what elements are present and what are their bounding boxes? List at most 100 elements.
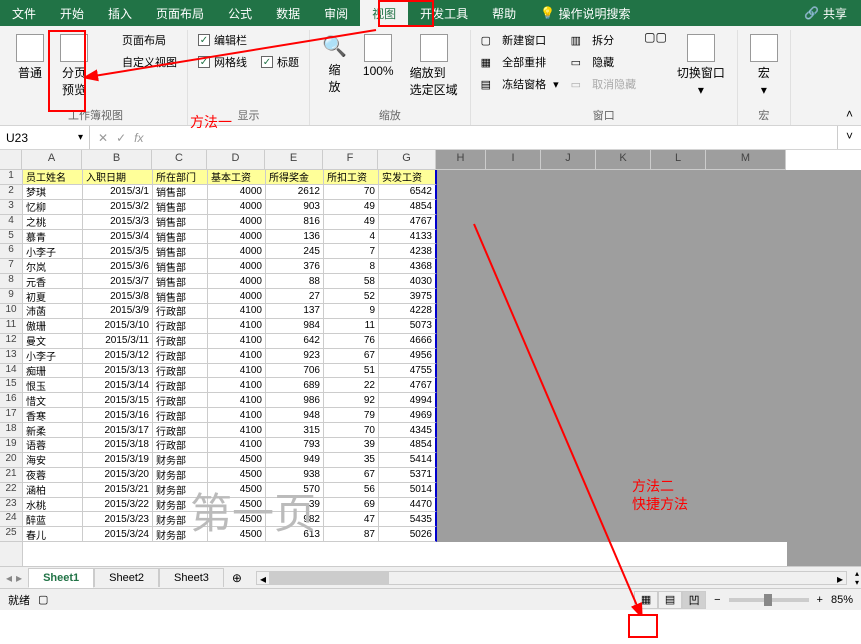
data-cell[interactable]: 4100 <box>208 319 266 334</box>
data-cell[interactable]: 4100 <box>208 364 266 379</box>
data-cell[interactable]: 4767 <box>379 215 437 230</box>
record-macro-icon[interactable]: ▢ <box>38 593 48 606</box>
data-cell[interactable]: 4368 <box>379 259 437 274</box>
data-cell[interactable]: 销售部 <box>153 289 208 304</box>
data-cell[interactable]: 销售部 <box>153 230 208 245</box>
data-cell[interactable]: 2015/3/16 <box>83 408 153 423</box>
formula-expand-button[interactable]: ˅ <box>837 126 861 149</box>
data-cell[interactable]: 水桃 <box>23 498 83 513</box>
row-header[interactable]: 7 <box>0 259 22 274</box>
data-cell[interactable]: 财务部 <box>153 468 208 483</box>
cancel-icon[interactable]: ✕ <box>98 131 108 145</box>
data-cell[interactable]: 傲珊 <box>23 319 83 334</box>
data-cell[interactable]: 4100 <box>208 334 266 349</box>
data-cell[interactable]: 慕青 <box>23 230 83 245</box>
data-cell[interactable]: 元香 <box>23 274 83 289</box>
data-cell[interactable]: 4000 <box>208 230 266 245</box>
data-cell[interactable]: 4030 <box>379 274 437 289</box>
data-cell[interactable]: 销售部 <box>153 274 208 289</box>
data-cell[interactable]: 4666 <box>379 334 437 349</box>
col-header[interactable]: F <box>323 150 378 169</box>
data-cell[interactable]: 642 <box>266 334 324 349</box>
row-header[interactable]: 5 <box>0 230 22 245</box>
data-cell[interactable]: 行政部 <box>153 319 208 334</box>
arrange-all-button[interactable]: ▦ 全部重排 <box>477 52 563 72</box>
data-cell[interactable]: 2015/3/17 <box>83 423 153 438</box>
data-cell[interactable]: 4470 <box>379 498 437 513</box>
menu-home[interactable]: 开始 <box>48 0 96 26</box>
data-cell[interactable]: 949 <box>266 453 324 468</box>
zoom-100-button[interactable]: 100% <box>357 30 400 82</box>
freeze-panes-button[interactable]: ▤ 冻结窗格 ▾ <box>477 74 563 94</box>
collapse-ribbon-button[interactable]: ˄ <box>838 107 861 125</box>
data-cell[interactable]: 22 <box>324 378 379 393</box>
data-cell[interactable]: 5014 <box>379 483 437 498</box>
header-cell[interactable]: 所扣工资 <box>324 170 379 185</box>
data-cell[interactable]: 财务部 <box>153 498 208 513</box>
tell-me[interactable]: 💡 操作说明搜索 <box>528 0 642 26</box>
data-cell[interactable]: 87 <box>324 527 379 542</box>
data-cell[interactable]: 245 <box>266 244 324 259</box>
col-header[interactable]: L <box>651 150 706 169</box>
data-cell[interactable]: 2015/3/9 <box>83 304 153 319</box>
data-cell[interactable]: 4854 <box>379 200 437 215</box>
data-cell[interactable]: 2015/3/6 <box>83 259 153 274</box>
menu-developer[interactable]: 开发工具 <box>408 0 480 26</box>
menu-insert[interactable]: 插入 <box>96 0 144 26</box>
data-cell[interactable]: 恨玉 <box>23 378 83 393</box>
data-cell[interactable]: 销售部 <box>153 215 208 230</box>
data-cell[interactable]: 4969 <box>379 408 437 423</box>
data-cell[interactable]: 4767 <box>379 378 437 393</box>
hscroll-thumb[interactable] <box>269 572 389 584</box>
row-header[interactable]: 18 <box>0 423 22 438</box>
tab-nav-next[interactable]: ▸ <box>16 571 22 585</box>
hide-button[interactable]: ▭ 隐藏 <box>567 52 640 72</box>
custom-view-button[interactable]: 自定义视图 <box>98 52 181 72</box>
data-cell[interactable]: 4994 <box>379 393 437 408</box>
data-cell[interactable]: 39 <box>324 438 379 453</box>
data-cell[interactable]: 4100 <box>208 378 266 393</box>
data-cell[interactable]: 4500 <box>208 453 266 468</box>
data-cell[interactable]: 销售部 <box>153 244 208 259</box>
row-header[interactable]: 11 <box>0 319 22 334</box>
row-header[interactable]: 24 <box>0 512 22 527</box>
data-cell[interactable]: 67 <box>324 349 379 364</box>
data-cell[interactable]: 4 <box>324 230 379 245</box>
data-cell[interactable]: 行政部 <box>153 334 208 349</box>
data-cell[interactable]: 4100 <box>208 393 266 408</box>
data-cell[interactable]: 4755 <box>379 364 437 379</box>
data-cell[interactable]: 49 <box>324 200 379 215</box>
row-header[interactable]: 10 <box>0 304 22 319</box>
col-header[interactable]: D <box>207 150 265 169</box>
row-header[interactable]: 21 <box>0 468 22 483</box>
data-cell[interactable]: 销售部 <box>153 185 208 200</box>
fx-icon[interactable]: fx <box>134 131 143 145</box>
menu-help[interactable]: 帮助 <box>480 0 528 26</box>
data-cell[interactable]: 梦琪 <box>23 185 83 200</box>
winopts-icon[interactable]: ▢▢ <box>644 30 667 44</box>
data-cell[interactable]: 4100 <box>208 423 266 438</box>
row-header[interactable]: 17 <box>0 408 22 423</box>
data-cell[interactable]: 3975 <box>379 289 437 304</box>
view-pagelayout-status[interactable]: ▤ <box>658 591 682 609</box>
row-header[interactable]: 16 <box>0 393 22 408</box>
col-header[interactable]: K <box>596 150 651 169</box>
row-header[interactable]: 22 <box>0 483 22 498</box>
data-cell[interactable]: 行政部 <box>153 438 208 453</box>
data-cell[interactable]: 67 <box>324 468 379 483</box>
data-cell[interactable]: 行政部 <box>153 364 208 379</box>
data-cell[interactable]: 4133 <box>379 230 437 245</box>
name-box[interactable]: U23 ▾ <box>0 126 90 149</box>
header-cell[interactable]: 基本工资 <box>208 170 266 185</box>
data-cell[interactable]: 2015/3/22 <box>83 498 153 513</box>
data-cell[interactable]: 570 <box>266 483 324 498</box>
data-cell[interactable]: 5414 <box>379 453 437 468</box>
page-layout-button[interactable]: 页面布局 <box>98 30 181 50</box>
data-cell[interactable]: 沛菡 <box>23 304 83 319</box>
col-header[interactable]: B <box>82 150 152 169</box>
data-cell[interactable]: 曼文 <box>23 334 83 349</box>
data-cell[interactable]: 982 <box>266 512 324 527</box>
data-cell[interactable]: 8 <box>324 259 379 274</box>
data-cell[interactable]: 4956 <box>379 349 437 364</box>
data-cell[interactable]: 财务部 <box>153 512 208 527</box>
